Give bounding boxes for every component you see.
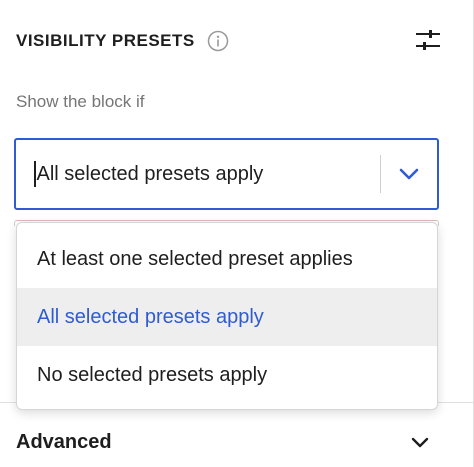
- advanced-label: Advanced: [16, 430, 112, 453]
- condition-dropdown-menu: At least one selected preset applies All…: [16, 222, 438, 410]
- condition-select[interactable]: All selected presets apply: [14, 138, 439, 210]
- show-block-label: Show the block if: [16, 92, 145, 111]
- visibility-presets-panel: VISIBILITY PRESETS Show the block if All…: [0, 0, 474, 467]
- info-icon[interactable]: [207, 30, 229, 52]
- menu-option-all-selected[interactable]: All selected presets apply: [17, 288, 437, 346]
- condition-select-value: All selected presets apply: [36, 162, 264, 185]
- panel-title: VISIBILITY PRESETS: [16, 31, 195, 50]
- chevron-down-icon[interactable]: [381, 140, 437, 208]
- sliders-icon[interactable]: [412, 24, 444, 56]
- menu-option-none-selected[interactable]: No selected presets apply: [17, 346, 437, 404]
- chevron-down-icon: [408, 430, 432, 454]
- text-caret: [34, 161, 36, 187]
- condition-select-value-wrap: All selected presets apply: [16, 161, 380, 187]
- advanced-section-toggle[interactable]: Advanced: [16, 424, 458, 460]
- menu-option-at-least-one[interactable]: At least one selected preset applies: [17, 230, 437, 288]
- panel-header: VISIBILITY PRESETS: [16, 22, 458, 60]
